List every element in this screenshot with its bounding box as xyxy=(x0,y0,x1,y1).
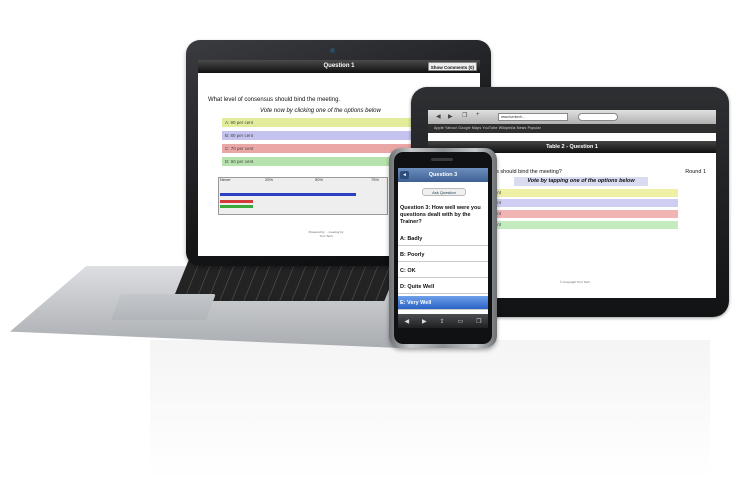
laptop-option-d[interactable]: D: 60 per cent xyxy=(222,157,412,166)
tablet-option-c[interactable]: ...per cent xyxy=(478,210,678,218)
result-bar xyxy=(220,193,357,196)
phone-header: ◂ Question 3 xyxy=(398,168,488,182)
tick-label: 50% xyxy=(315,177,324,182)
bookmarks-icon[interactable]: ❐ xyxy=(462,112,467,119)
forward-icon[interactable]: ▶ xyxy=(422,318,427,325)
show-comments-button[interactable]: Show Comments (0) xyxy=(427,62,477,71)
phone-option-d[interactable]: D: Quite Well xyxy=(398,280,488,294)
tick-label: 75% xyxy=(371,177,380,182)
laptop-question: What level of consensus should bind the … xyxy=(208,97,341,103)
phone-option-c[interactable]: C: OK xyxy=(398,264,488,278)
phone-navbar: ◀ ▶ ⇪ ▭ ❐ xyxy=(398,314,488,328)
tablet-option-a[interactable]: ...per cent xyxy=(478,189,678,197)
phone-title: Question 3 xyxy=(428,172,458,178)
laptop-footer: Powered by ... meeting by Turn Tech xyxy=(308,230,344,238)
bookmarks-bar[interactable]: Apple Yahoo! Google Maps YouTube Wikiped… xyxy=(428,124,716,133)
laptop-titlebar: Question 1 Show Comments (0) xyxy=(198,60,480,73)
phone-option-a[interactable]: A: Badly xyxy=(398,232,488,246)
back-icon[interactable]: ◀ xyxy=(436,113,441,120)
forward-icon[interactable]: ▶ xyxy=(448,113,453,120)
back-icon[interactable]: ◀ xyxy=(404,318,409,325)
tick-label: 25% xyxy=(265,177,274,182)
results-panel: Never 25% 50% 75% xyxy=(218,177,388,215)
tabs-icon[interactable]: ❐ xyxy=(476,318,481,325)
phone-screen: ◂ Question 3 Ask Question Question 3: Ho… xyxy=(398,168,488,328)
browser-toolbar: ◀ ▶ ❐ + www.turntech... xyxy=(428,110,716,124)
laptop-touchpad xyxy=(111,294,216,320)
tablet-option-b[interactable]: ...per cent xyxy=(478,199,678,207)
phone-option-b[interactable]: B: Poorly xyxy=(398,248,488,262)
add-icon[interactable]: + xyxy=(476,112,480,118)
laptop-option-c[interactable]: C: 70 per cent xyxy=(222,144,412,153)
laptop-title: Question 1 xyxy=(323,63,355,69)
tablet-footer: © Copyright Turn Tech xyxy=(560,280,590,284)
back-button[interactable]: ◂ xyxy=(400,171,409,179)
phone-option-e[interactable]: E: Very Well xyxy=(398,296,488,310)
ask-question-button[interactable]: Ask Question xyxy=(422,188,466,196)
laptop-option-b[interactable]: B: 80 per cent xyxy=(222,131,412,140)
webcam-icon xyxy=(330,48,335,53)
phone-question: Question 3: How well were you questions … xyxy=(400,205,481,225)
tablet-option-d[interactable]: ...per cent xyxy=(478,221,678,229)
result-bar xyxy=(220,200,254,203)
laptop-option-a[interactable]: A: 90 per cent xyxy=(222,118,412,127)
bookmarks-icon[interactable]: ▭ xyxy=(458,318,464,325)
laptop-vote-prompt: Vote now by clicking one of the options … xyxy=(260,108,381,114)
share-icon[interactable]: ⇪ xyxy=(440,318,445,325)
search-field[interactable] xyxy=(578,113,618,121)
speaker-icon xyxy=(431,158,453,161)
results-label: Never xyxy=(220,177,231,182)
reflection xyxy=(150,340,710,480)
url-field[interactable]: www.turntech... xyxy=(498,113,568,121)
round-label: Round 1 xyxy=(685,169,706,175)
tablet-vote-prompt: Vote by tapping one of the options below xyxy=(514,177,648,186)
result-bar xyxy=(220,205,254,208)
